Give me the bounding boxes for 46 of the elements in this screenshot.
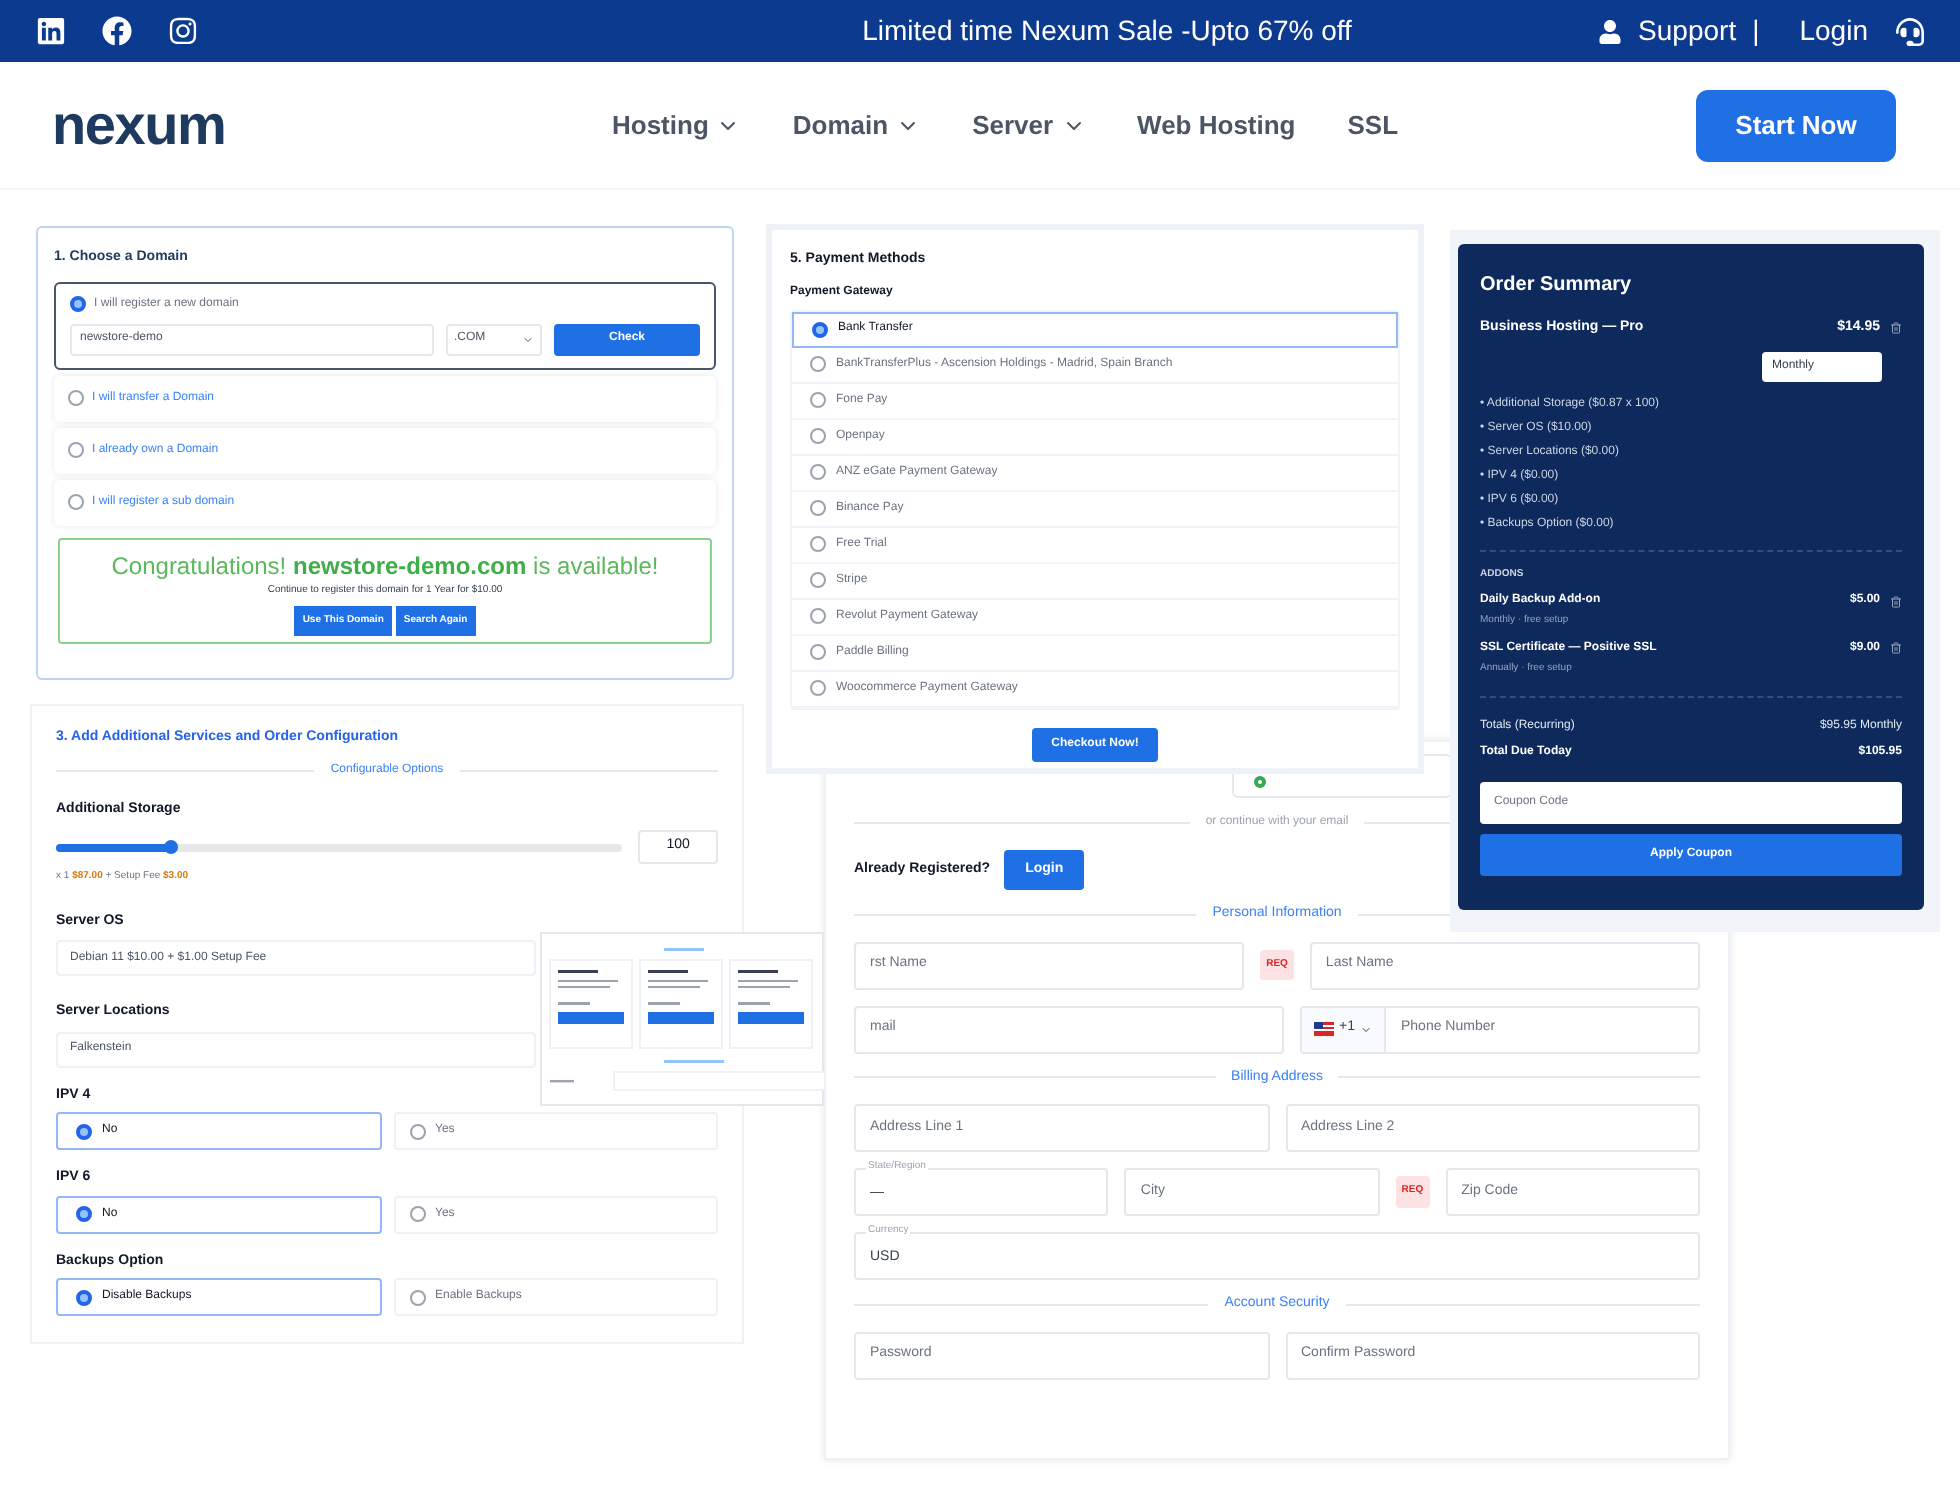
promo-text: Limited time Nexum Sale -Upto 67% off [860, 12, 1354, 50]
facebook-icon[interactable] [102, 16, 132, 46]
radio-button[interactable] [810, 392, 826, 408]
radio-button[interactable] [812, 321, 828, 337]
availability-message: Congratulations! newstore-demo.com is available! [111, 549, 659, 583]
support-link[interactable]: Support [1638, 10, 1737, 52]
flag-icon [1313, 1022, 1333, 1036]
nav-link[interactable]: Domain [792, 105, 921, 145]
radio-button[interactable] [409, 1123, 425, 1139]
summary-title: Order Summary [1480, 272, 1634, 300]
user-icon [1598, 19, 1623, 43]
login-link[interactable]: Login [1799, 10, 1868, 52]
chevron-down-icon [1360, 1023, 1373, 1035]
radio-button[interactable] [810, 356, 826, 372]
radio-button[interactable] [810, 464, 826, 480]
trash-icon[interactable] [1890, 642, 1902, 654]
logo[interactable]: nexum [52, 83, 592, 167]
nav-link[interactable]: Server [972, 105, 1086, 145]
radio-button[interactable] [76, 1289, 92, 1305]
trash-icon[interactable] [1890, 322, 1902, 335]
slider-thumb[interactable] [163, 839, 178, 853]
radio-button[interactable] [810, 500, 826, 516]
radio-button[interactable] [70, 296, 86, 312]
radio-button[interactable] [76, 1123, 92, 1139]
nav-link[interactable]: Hosting [612, 105, 741, 145]
radio-button[interactable] [810, 536, 826, 552]
chevron-down-icon [522, 333, 534, 345]
instagram-icon[interactable] [168, 16, 198, 46]
radio-button[interactable] [810, 644, 826, 660]
radio-button[interactable] [68, 390, 84, 406]
radio-button[interactable] [68, 494, 84, 510]
radio-button[interactable] [810, 572, 826, 588]
nav-link[interactable]: SSL [1347, 105, 1399, 145]
start-now-button[interactable]: Start Now [1696, 89, 1896, 161]
trash-icon[interactable] [1890, 595, 1902, 607]
radio-button[interactable] [76, 1206, 92, 1222]
linkedin-icon[interactable] [36, 16, 66, 46]
radio-button[interactable] [810, 680, 826, 696]
radio-button[interactable] [810, 428, 826, 444]
radio-button[interactable] [409, 1206, 425, 1222]
headset-icon [1896, 17, 1924, 45]
separator-text: | [1752, 12, 1760, 50]
radio-button[interactable] [409, 1289, 425, 1305]
radio-button[interactable] [810, 608, 826, 624]
radio-button[interactable] [68, 442, 84, 458]
nav-link[interactable]: Web Hosting [1137, 105, 1296, 145]
